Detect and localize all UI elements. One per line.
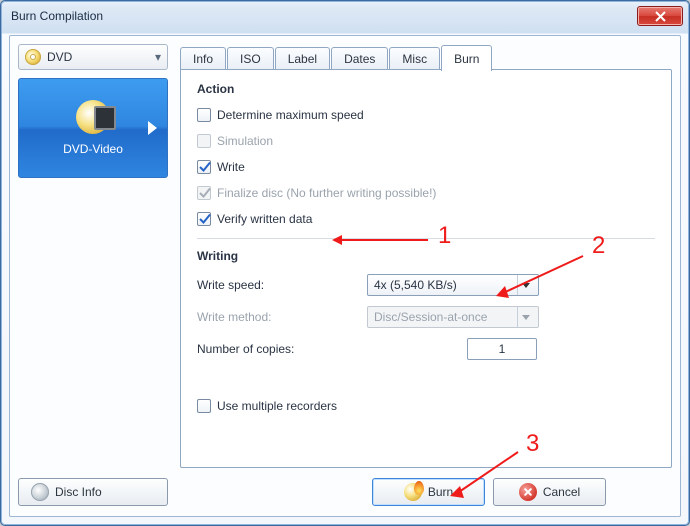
label-copies: Number of copies:: [197, 342, 367, 356]
write-speed-value: 4x (5,540 KB/s): [374, 278, 457, 292]
checkbox-multi-recorders[interactable]: [197, 399, 211, 413]
dialog-body: DVD ▾ DVD-Video Info ISO Label Dates Mis…: [9, 35, 681, 517]
select-write-method: Disc/Session-at-once: [367, 306, 539, 328]
tab-burn[interactable]: Burn: [441, 45, 492, 71]
label-write-speed: Write speed:: [197, 278, 367, 292]
annotation-arrow-2: [487, 252, 587, 302]
annotation-arrow-1: [330, 232, 428, 248]
checkbox-finalize: [197, 186, 211, 200]
disc-info-icon: [31, 483, 49, 501]
compilation-name: DVD-Video: [63, 142, 123, 156]
compilation-card[interactable]: DVD-Video: [18, 78, 168, 178]
disc-icon: [25, 49, 41, 65]
tab-info[interactable]: Info: [180, 47, 226, 71]
checkbox-verify[interactable]: [197, 212, 211, 226]
section-action: Action: [197, 82, 655, 96]
chevron-down-icon: ▾: [155, 50, 161, 64]
chevron-down-icon: [517, 307, 534, 327]
label-verify: Verify written data: [217, 212, 312, 226]
label-determine-max-speed: Determine maximum speed: [217, 108, 364, 122]
label-write: Write: [217, 160, 245, 174]
media-type-dropdown[interactable]: DVD ▾: [18, 44, 168, 70]
label-simulation: Simulation: [217, 134, 273, 148]
window: Burn Compilation DVD ▾ DVD-Video Info IS…: [0, 0, 690, 526]
titlebar: Burn Compilation: [1, 1, 689, 31]
tab-misc[interactable]: Misc: [389, 47, 440, 71]
label-multi-recorders: Use multiple recorders: [217, 399, 337, 413]
disc-info-button[interactable]: Disc Info: [18, 478, 168, 506]
check-icon: [198, 186, 212, 200]
tab-label[interactable]: Label: [275, 47, 330, 71]
tab-dates[interactable]: Dates: [331, 47, 388, 71]
checkbox-simulation: [197, 134, 211, 148]
input-copies[interactable]: 1: [467, 338, 537, 360]
play-arrow-icon: [148, 121, 157, 135]
tab-strip: Info ISO Label Dates Misc Burn: [180, 44, 672, 70]
burn-panel: Action Determine maximum speed Simulatio…: [180, 69, 672, 468]
close-button[interactable]: [637, 6, 683, 26]
disc-info-label: Disc Info: [55, 485, 102, 499]
checkbox-write[interactable]: [197, 160, 211, 174]
dvd-video-icon: [76, 100, 110, 134]
label-write-method: Write method:: [197, 310, 367, 324]
cancel-label: Cancel: [543, 485, 580, 499]
close-icon: [655, 11, 666, 22]
check-icon: [198, 160, 212, 174]
annotation-arrow-3: [442, 448, 522, 504]
checkbox-determine-max-speed[interactable]: [197, 108, 211, 122]
media-type-label: DVD: [47, 50, 72, 64]
tab-iso[interactable]: ISO: [227, 47, 274, 71]
label-finalize: Finalize disc (No further writing possib…: [217, 186, 436, 200]
burn-icon: [404, 483, 422, 501]
window-title: Burn Compilation: [11, 9, 103, 23]
check-icon: [198, 212, 212, 226]
write-method-value: Disc/Session-at-once: [374, 310, 487, 324]
